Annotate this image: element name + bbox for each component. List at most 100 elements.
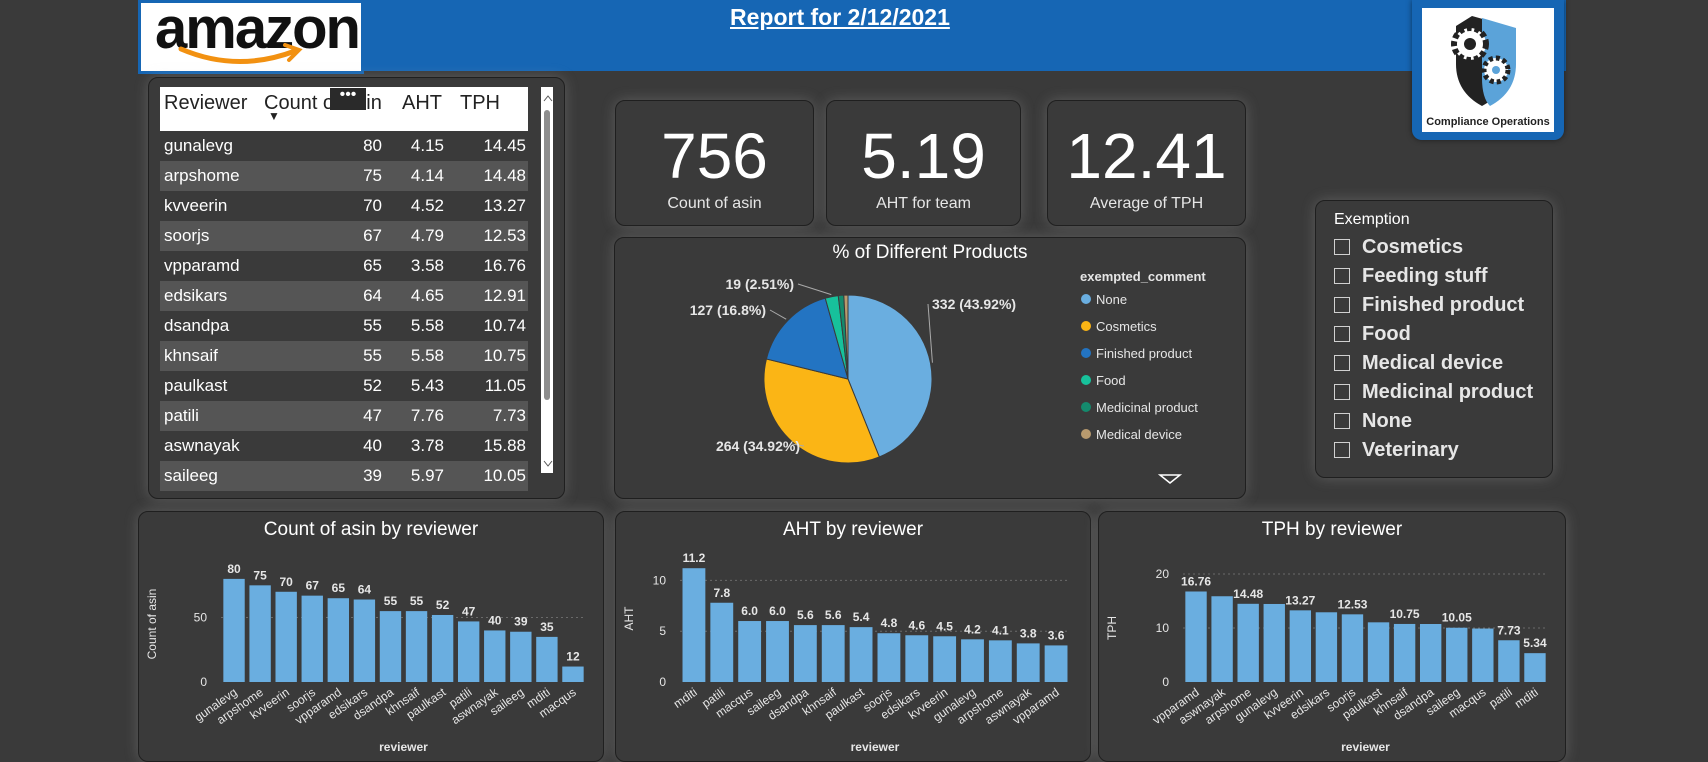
table-cell: 11.05 xyxy=(484,376,526,395)
sort-desc-icon[interactable]: ▼ xyxy=(268,109,280,123)
table-cell: patili xyxy=(164,406,199,425)
table-cell: 4.79 xyxy=(410,226,444,245)
table-row[interactable]: vpparamd 65 3.58 16.76 xyxy=(160,251,528,281)
amazon-logo: amazon xyxy=(138,0,364,74)
table-cell: 67 xyxy=(363,226,382,245)
pie-chart: 332 (43.92%) 264 (34.92%) 127 (16.8%) 19 (2… xyxy=(690,269,1206,484)
bar-data-label: 3.8 xyxy=(1020,626,1037,640)
checkbox[interactable] xyxy=(1334,297,1350,313)
column-header-tph[interactable]: TPH xyxy=(460,92,500,115)
x-axis-label: reviewer xyxy=(851,740,900,754)
table-cell: 10.05 xyxy=(483,466,526,485)
legend-marker xyxy=(1081,375,1091,385)
table-cell: 14.45 xyxy=(483,136,526,155)
table-cell: 52 xyxy=(363,376,382,395)
table-row[interactable]: aswnayak 40 3.78 15.88 xyxy=(160,431,528,461)
bar-data-label: 52 xyxy=(436,598,450,612)
bar xyxy=(1393,623,1416,682)
y-tick-label: 0 xyxy=(1162,675,1169,689)
bar xyxy=(431,614,454,682)
bar-data-label: 10.05 xyxy=(1442,611,1472,625)
kpi-card-count: 756 Count of asin xyxy=(615,100,814,226)
checkbox[interactable] xyxy=(1334,384,1350,400)
legend-more-icon[interactable] xyxy=(1157,474,1183,484)
table-cell: 12.91 xyxy=(483,286,526,305)
x-axis-label: reviewer xyxy=(1341,740,1390,754)
table-row[interactable]: khnsaif 55 5.58 10.75 xyxy=(160,341,528,371)
bar xyxy=(1472,628,1494,682)
y-tick-label: 10 xyxy=(1156,621,1170,635)
bar-data-label: 6.0 xyxy=(769,604,786,618)
bar-data-label: 3.6 xyxy=(1048,628,1065,642)
table-cell: gunalevg xyxy=(164,136,234,155)
slicer-item-label: Medical device xyxy=(1362,352,1504,374)
y-tick-label: 0 xyxy=(659,675,666,689)
kpi-value: 5.19 xyxy=(861,120,986,192)
badge-label: Compliance Operations xyxy=(1426,116,1550,128)
checkbox[interactable] xyxy=(1334,413,1350,429)
table-cell: 55 xyxy=(363,316,382,335)
more-options-button[interactable]: ••• xyxy=(330,87,366,110)
x-tick-label: mditi xyxy=(671,685,700,711)
bar xyxy=(933,636,957,682)
table-row[interactable]: edsikars 64 4.65 12.91 xyxy=(160,281,528,311)
count-bar-chart: 05080gunalevg75arpshome70kvveerin67soorj… xyxy=(145,562,586,754)
legend-marker xyxy=(1081,402,1091,412)
legend-marker xyxy=(1081,294,1091,304)
table-cell: vpparamd xyxy=(164,256,240,275)
aht-bar-chart: 051011.2mditi7.8patili6.0macqus6.0sailee… xyxy=(622,551,1070,754)
bar-data-label: 80 xyxy=(227,562,241,576)
pie-data-label: 332 (43.92%) xyxy=(932,296,1016,312)
kpi-label: AHT for team xyxy=(876,195,971,212)
legend-item: Finished product xyxy=(1096,346,1192,361)
table-scroll-thumb[interactable] xyxy=(544,110,550,400)
table-row[interactable]: gunalevg 80 4.15 14.45 xyxy=(160,131,528,161)
table-cell: 4.14 xyxy=(410,166,444,185)
checkbox[interactable] xyxy=(1334,442,1350,458)
table-row[interactable]: soorjs 67 4.79 12.53 xyxy=(160,221,528,251)
table-row[interactable]: arpshome 75 4.14 14.48 xyxy=(160,161,528,191)
bar xyxy=(1044,645,1068,682)
bar xyxy=(1446,627,1468,682)
table-row[interactable]: saileeg 39 5.97 10.05 xyxy=(160,461,528,491)
table-row[interactable]: patili 47 7.76 7.73 xyxy=(160,401,528,431)
bar xyxy=(738,621,762,682)
y-axis-label: AHT xyxy=(622,606,636,631)
checkbox[interactable] xyxy=(1334,326,1350,342)
bar xyxy=(682,568,706,682)
table-cell: 64 xyxy=(363,286,382,305)
table-cell: 5.97 xyxy=(410,466,444,485)
bar-data-label: 5.6 xyxy=(825,608,842,622)
bar-data-label: 5.6 xyxy=(797,608,814,622)
table-cell: 15.88 xyxy=(483,436,526,455)
bar-data-label: 39 xyxy=(514,615,528,629)
scroll-up-icon[interactable] xyxy=(543,94,553,102)
table-cell: 10.74 xyxy=(483,316,526,335)
table-cell: arpshome xyxy=(164,166,240,185)
table-row[interactable]: kvveerin 70 4.52 13.27 xyxy=(160,191,528,221)
table-cell: paulkast xyxy=(164,376,228,395)
checkbox[interactable] xyxy=(1334,355,1350,371)
table-cell: soorjs xyxy=(164,226,210,245)
column-header-reviewer[interactable]: Reviewer xyxy=(164,92,247,115)
table-row[interactable]: paulkast 52 5.43 11.05 xyxy=(160,371,528,401)
bar xyxy=(849,627,873,682)
bar-data-label: 75 xyxy=(253,568,267,582)
table-cell: 55 xyxy=(363,346,382,365)
table-cell: edsikars xyxy=(164,286,228,305)
checkbox[interactable] xyxy=(1334,268,1350,284)
bar-data-label: 47 xyxy=(462,604,476,618)
column-header-aht[interactable]: AHT xyxy=(402,92,442,115)
pie-data-label: 264 (34.92%) xyxy=(716,438,800,454)
kpi-label: Count of asin xyxy=(667,195,762,212)
checkbox[interactable] xyxy=(1334,239,1350,255)
bar-data-label: 4.5 xyxy=(936,619,953,633)
scroll-down-icon[interactable] xyxy=(543,460,553,468)
table-row[interactable]: dsandpa 55 5.58 10.74 xyxy=(160,311,528,341)
table-cell: 16.76 xyxy=(483,256,526,275)
bar-data-label: 70 xyxy=(279,575,293,589)
table-cell: 5.58 xyxy=(410,346,444,365)
y-tick-label: 50 xyxy=(194,611,208,625)
pie-leader-line xyxy=(769,309,787,320)
legend-item: Cosmetics xyxy=(1096,319,1157,334)
